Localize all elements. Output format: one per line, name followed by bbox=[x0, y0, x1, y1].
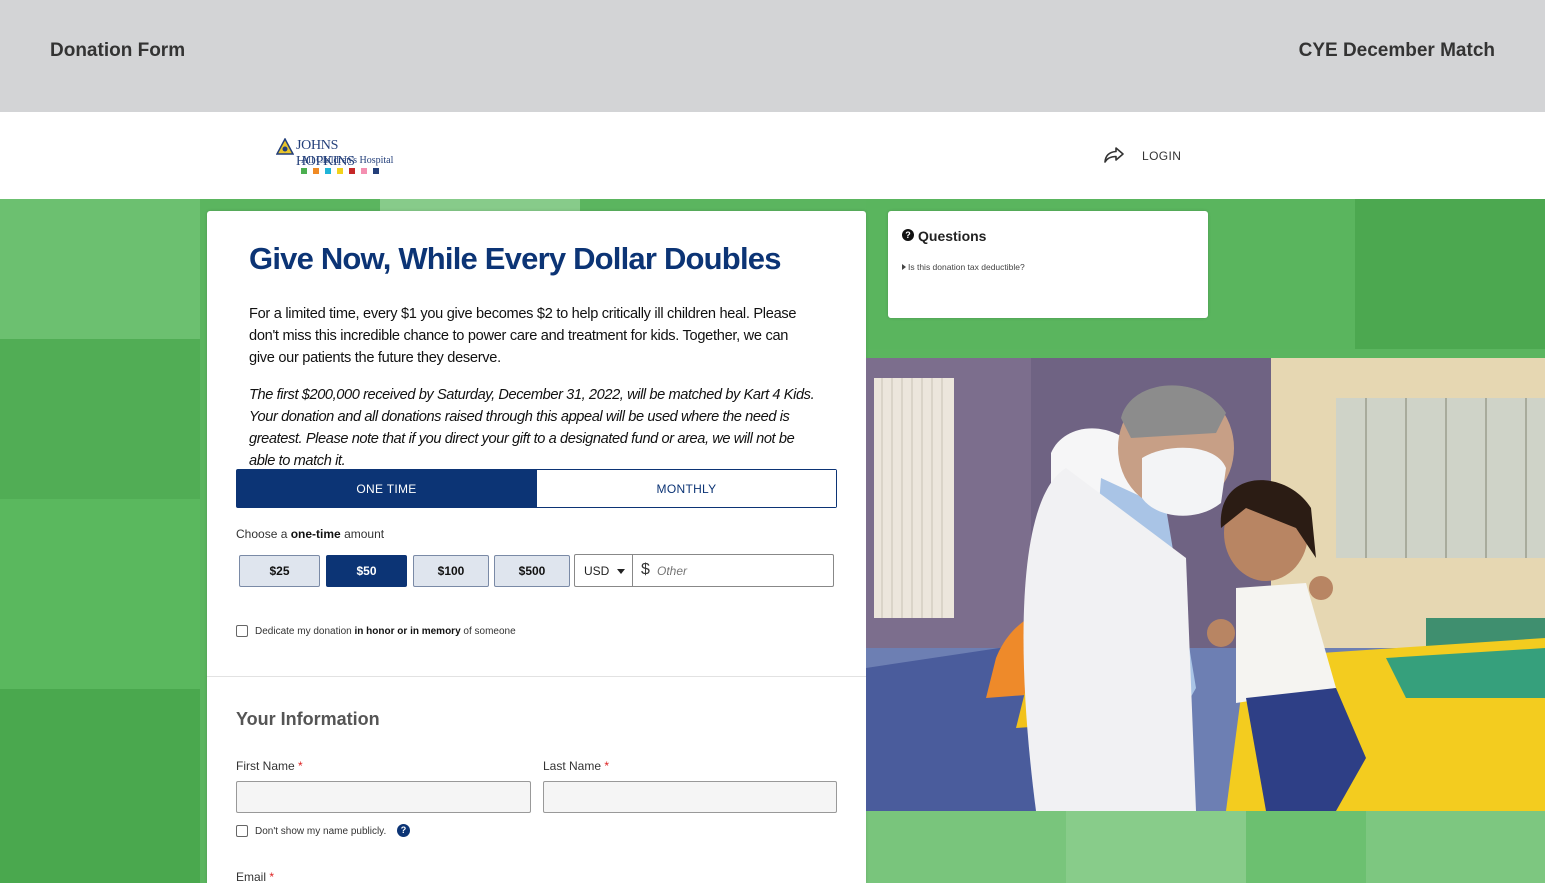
donation-form-card: Give Now, While Every Dollar Doubles For… bbox=[207, 211, 866, 883]
questions-heading: Questions bbox=[918, 228, 987, 244]
dedicate-prefix: Dedicate my donation bbox=[255, 626, 352, 637]
last-name-input[interactable] bbox=[543, 781, 837, 813]
doctor-and-child-photo bbox=[866, 358, 1545, 811]
faq-item[interactable]: Is this donation tax deductible? bbox=[908, 262, 1025, 272]
amount-button-500[interactable]: $500 bbox=[494, 555, 570, 587]
amount-prompt: Choose a one-time amount bbox=[236, 527, 384, 541]
anonymous-label: Don't show my name publicly. bbox=[255, 826, 387, 837]
shield-logo-icon bbox=[276, 138, 294, 155]
first-name-input[interactable] bbox=[236, 781, 531, 813]
other-amount-input[interactable] bbox=[657, 560, 827, 582]
login-link[interactable]: LOGIN bbox=[1142, 149, 1181, 163]
amount-button-50[interactable]: $50 bbox=[326, 555, 407, 587]
hospital-logo[interactable]: JOHNS HOPKINS All Children's Hospital bbox=[276, 136, 396, 180]
questions-card: ? Questions Is this donation tax deducti… bbox=[888, 211, 1208, 318]
logo-name-line2: All Children's Hospital bbox=[301, 155, 394, 166]
top-banner: Donation Form CYE December Match bbox=[0, 0, 1545, 112]
email-label-text: Email bbox=[236, 870, 267, 883]
page-title: Give Now, While Every Dollar Doubles bbox=[249, 241, 781, 276]
match-note: The first $200,000 received by Saturday,… bbox=[249, 387, 815, 469]
amount-prompt-suffix: amount bbox=[344, 527, 385, 541]
caret-down-icon[interactable] bbox=[617, 569, 625, 574]
amount-prompt-prefix: Choose a bbox=[236, 527, 288, 541]
other-amount-group: USD $ bbox=[574, 554, 834, 587]
form-type-title: Donation Form bbox=[50, 40, 186, 61]
question-circle-icon: ? bbox=[902, 229, 914, 241]
dedicate-label: Dedicate my donation in honor or in memo… bbox=[255, 626, 516, 637]
dedicate-checkbox[interactable] bbox=[236, 625, 248, 637]
your-information-heading: Your Information bbox=[236, 709, 380, 729]
amount-prompt-bold: one-time bbox=[290, 527, 341, 541]
anonymous-checkbox[interactable] bbox=[236, 825, 248, 837]
site-header: JOHNS HOPKINS All Children's Hospital LO… bbox=[0, 112, 1545, 199]
share-icon[interactable] bbox=[1103, 146, 1125, 164]
amount-button-25[interactable]: $25 bbox=[239, 555, 320, 587]
dollar-sign: $ bbox=[641, 561, 650, 578]
frequency-toggle: ONE TIME MONTHLY bbox=[236, 469, 837, 508]
amount-button-100[interactable]: $100 bbox=[413, 555, 489, 587]
logo-color-dots bbox=[301, 168, 379, 174]
required-mark: * bbox=[298, 759, 303, 773]
last-name-label-text: Last Name bbox=[543, 759, 602, 773]
required-mark: * bbox=[269, 870, 275, 883]
email-label: Email * bbox=[236, 870, 274, 883]
campaign-title: CYE December Match bbox=[1298, 40, 1495, 61]
first-name-label: First Name * bbox=[236, 759, 303, 773]
last-name-label: Last Name * bbox=[543, 759, 609, 773]
caret-right-icon[interactable] bbox=[902, 264, 906, 270]
tab-monthly[interactable]: MONTHLY bbox=[536, 470, 836, 507]
dedicate-suffix: of someone bbox=[463, 626, 516, 637]
first-name-label-text: First Name bbox=[236, 759, 295, 773]
currency-value: USD bbox=[584, 564, 610, 578]
tab-one-time[interactable]: ONE TIME bbox=[237, 470, 536, 507]
dedicate-bold: in honor or in memory bbox=[354, 626, 461, 637]
required-mark: * bbox=[604, 759, 610, 773]
appeal-paragraph: For a limited time, every $1 you give be… bbox=[249, 306, 797, 366]
section-divider bbox=[207, 676, 866, 677]
hero-photo bbox=[866, 358, 1545, 811]
help-icon[interactable]: ? bbox=[397, 824, 410, 837]
